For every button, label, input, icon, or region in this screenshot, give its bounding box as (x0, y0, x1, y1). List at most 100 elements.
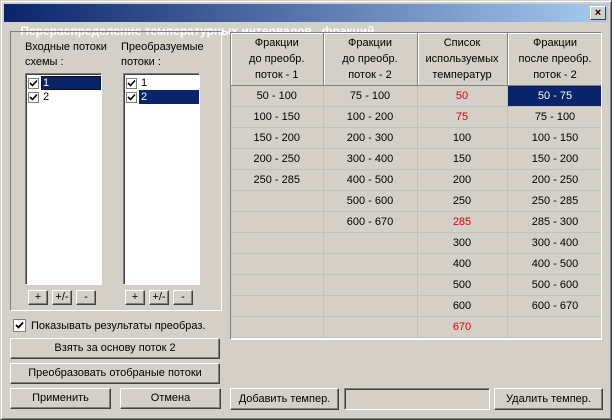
apply-button[interactable]: Применить (10, 388, 111, 409)
table-row[interactable]: 670 (231, 316, 601, 338)
input-add-button[interactable]: + (28, 290, 48, 305)
checkbox[interactable] (28, 77, 39, 89)
convertible-streams-list[interactable]: 1 2 (123, 73, 200, 285)
table-cell[interactable]: 50 - 75 (507, 85, 601, 107)
convert-streams-button[interactable]: Преобразовать отобраные потоки (10, 363, 220, 384)
table-cell[interactable] (323, 316, 418, 338)
list-item-label: 1 (41, 76, 101, 90)
add-temperature-button[interactable]: Добавить темпер. (230, 388, 339, 410)
table-cell[interactable]: 100 - 200 (323, 106, 418, 128)
convertible-streams-label-1: Преобразуемые (121, 41, 204, 53)
column-header[interactable]: Список используемых температур (417, 33, 508, 86)
table-row[interactable]: 600 600 - 670 (231, 295, 601, 317)
input-remove-button[interactable]: - (76, 290, 96, 305)
table-cell[interactable]: 150 - 200 (231, 127, 324, 149)
table-cell[interactable] (323, 253, 418, 275)
temperature-input[interactable] (344, 388, 490, 410)
table-cell[interactable]: 200 - 250 (231, 148, 324, 170)
table-cell[interactable]: 400 - 500 (507, 253, 601, 275)
convertible-toggle-button[interactable]: +/- (149, 290, 169, 305)
table-cell[interactable] (231, 211, 324, 233)
show-results-label: Показывать результаты преобраз. (31, 319, 206, 332)
table-cell[interactable]: 200 (417, 169, 508, 191)
show-results-checkbox[interactable] (13, 319, 26, 332)
table-cell[interactable]: 500 (417, 274, 508, 296)
delete-temperature-button[interactable]: Удалить темпер. (494, 388, 603, 410)
table-cell[interactable]: 285 (417, 211, 508, 233)
column-header-line: после преобр. (518, 53, 592, 65)
close-button[interactable]: × (590, 6, 606, 20)
table-cell[interactable] (231, 190, 324, 212)
table-row[interactable]: 50 - 100 75 - 100 50 50 - 75 (231, 85, 601, 107)
table-row[interactable]: 500 500 - 600 (231, 274, 601, 296)
input-streams-list[interactable]: 1 2 (25, 73, 102, 285)
table-cell[interactable]: 75 - 100 (323, 85, 418, 107)
column-header-line: поток - 2 (533, 69, 577, 81)
table-cell[interactable]: 200 - 300 (323, 127, 418, 149)
table-cell[interactable]: 400 - 500 (323, 169, 418, 191)
table-cell[interactable] (323, 295, 418, 317)
checkbox[interactable] (28, 91, 39, 103)
table-row[interactable]: 150 - 200 200 - 300 100 100 - 150 (231, 127, 601, 149)
checkbox[interactable] (126, 77, 137, 89)
list-item[interactable]: 2 (26, 90, 101, 104)
table-cell[interactable]: 250 - 285 (507, 190, 601, 212)
table-cell[interactable]: 500 - 600 (323, 190, 418, 212)
table-cell[interactable]: 670 (417, 316, 508, 338)
table-cell[interactable] (231, 232, 324, 254)
show-results-option[interactable]: Показывать результаты преобраз. (13, 319, 206, 332)
table-cell[interactable]: 600 (417, 295, 508, 317)
table-cell[interactable] (507, 316, 601, 338)
checkmark-icon (127, 79, 136, 87)
table-cell[interactable]: 100 - 150 (507, 127, 601, 149)
column-header[interactable]: Фракции после преобр. поток - 2 (507, 33, 601, 86)
table-cell[interactable]: 400 (417, 253, 508, 275)
cancel-button[interactable]: Отмена (120, 388, 221, 409)
base-stream-button[interactable]: Взять за основу поток 2 (10, 338, 220, 359)
table-cell[interactable]: 600 - 670 (507, 295, 601, 317)
table-row[interactable]: 500 - 600 250 250 - 285 (231, 190, 601, 212)
list-item[interactable]: 1 (124, 76, 199, 90)
input-streams-label-1: Входные потоки (25, 41, 107, 53)
table-row[interactable]: 400 400 - 500 (231, 253, 601, 275)
table-cell[interactable]: 500 - 600 (507, 274, 601, 296)
table-row[interactable]: 250 - 285 400 - 500 200 200 - 250 (231, 169, 601, 191)
table-cell[interactable]: 75 - 100 (507, 106, 601, 128)
table-cell[interactable]: 150 (417, 148, 508, 170)
table-cell[interactable] (231, 253, 324, 275)
table-cell[interactable]: 285 - 300 (507, 211, 601, 233)
table-cell[interactable]: 300 (417, 232, 508, 254)
table-cell[interactable]: 100 - 150 (231, 106, 324, 128)
list-item[interactable]: 2 (124, 90, 199, 104)
convertible-add-button[interactable]: + (125, 290, 145, 305)
list-item[interactable]: 1 (26, 76, 101, 90)
table-cell[interactable]: 50 (417, 85, 508, 107)
table-cell[interactable]: 200 - 250 (507, 169, 601, 191)
table-row[interactable]: 200 - 250 300 - 400 150 150 - 200 (231, 148, 601, 170)
table-cell[interactable] (231, 295, 324, 317)
table-cell[interactable]: 50 - 100 (231, 85, 324, 107)
table-row[interactable]: 100 - 150 100 - 200 75 75 - 100 (231, 106, 601, 128)
title-bar[interactable]: Перераспределение температурных интервал… (4, 4, 608, 38)
table-cell[interactable]: 75 (417, 106, 508, 128)
table-cell[interactable]: 250 (417, 190, 508, 212)
table-cell[interactable]: 600 - 670 (323, 211, 418, 233)
column-header[interactable]: Фракции до преобр. поток - 2 (323, 33, 418, 86)
convertible-remove-button[interactable]: - (173, 290, 193, 305)
column-header[interactable]: Фракции до преобр. поток - 1 (231, 33, 324, 86)
table-cell[interactable]: 150 - 200 (507, 148, 601, 170)
table-row[interactable]: 300 300 - 400 (231, 232, 601, 254)
table-cell[interactable] (323, 232, 418, 254)
table-cell[interactable] (323, 274, 418, 296)
close-icon: × (594, 7, 602, 19)
input-toggle-button[interactable]: +/- (52, 290, 72, 305)
table-cell[interactable]: 100 (417, 127, 508, 149)
table-cell[interactable] (231, 274, 324, 296)
table-cell[interactable]: 250 - 285 (231, 169, 324, 191)
table-cell[interactable]: 300 - 400 (507, 232, 601, 254)
table-cell[interactable]: 300 - 400 (323, 148, 418, 170)
checkbox[interactable] (126, 91, 137, 103)
table-cell[interactable] (231, 316, 324, 338)
temperature-grid[interactable]: Фракции до преобр. поток - 1 Фракции до прео… (230, 32, 602, 340)
table-row[interactable]: 600 - 670 285 285 - 300 (231, 211, 601, 233)
